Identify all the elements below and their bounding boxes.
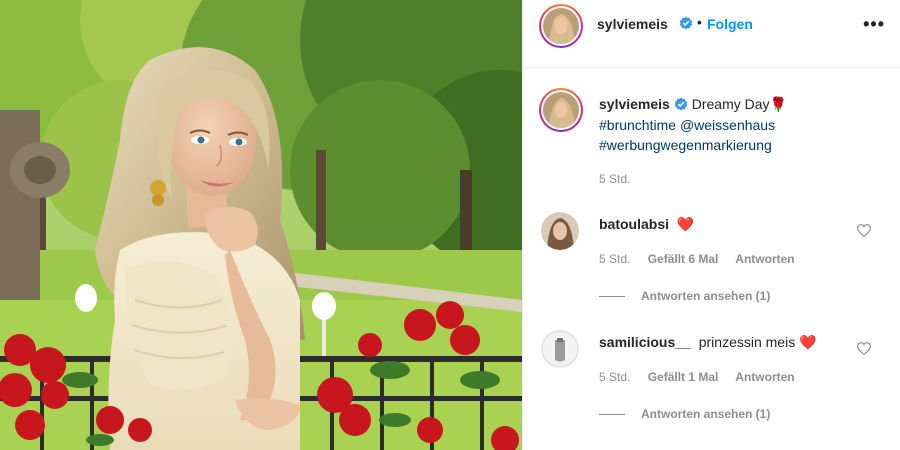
comment-text: samilicious__ prinzessin meis ❤️ [599,334,817,351]
follow-button[interactable]: Folgen [707,16,753,32]
caption-username[interactable]: sylviemeis [599,96,670,112]
verified-badge-icon [679,16,693,30]
heart-outline-icon[interactable] [857,342,871,355]
comment-timestamp[interactable]: 5 Std. [599,252,630,266]
comment-meta: 5 Std. Gefällt 1 Mal Antworten [599,370,809,384]
heart-outline-icon[interactable] [857,224,871,237]
comment-likes[interactable]: Gefällt 6 Mal [648,252,719,266]
comment-text: batoulabsi ❤️ [599,216,694,233]
avatar-photo-icon [543,92,579,128]
comment-message: prinzessin meis ❤️ [698,334,817,350]
post-header: sylviemeis • Folgen ••• [523,0,900,68]
comment-meta: 5 Std. Gefällt 6 Mal Antworten [599,252,809,266]
view-replies-button[interactable]: Antworten ansehen (1) [599,289,770,303]
view-replies-label: Antworten ansehen (1) [641,407,771,421]
caption-author-avatar[interactable] [539,88,583,132]
avatar-photo-icon [541,330,579,368]
separator-dot: • [697,14,702,30]
view-replies-label: Antworten ansehen (1) [641,289,771,303]
comment-likes[interactable]: Gefällt 1 Mal [648,370,719,384]
replies-divider [599,296,625,298]
commenter-avatar[interactable] [541,330,579,368]
post-photo[interactable] [0,0,522,450]
author-username[interactable]: sylviemeis [597,16,668,32]
commenter-username[interactable]: samilicious__ [599,334,691,350]
more-options-icon[interactable]: ••• [863,14,885,35]
reply-button[interactable]: Antworten [735,252,794,266]
verified-badge-icon [674,97,688,111]
caption-timestamp[interactable]: 5 Std. [599,172,630,186]
post-side-panel: sylviemeis • Folgen ••• sylviemeis Dream… [522,0,900,450]
comment-timestamp[interactable]: 5 Std. [599,370,630,384]
caption-text-block: sylviemeis Dreamy Day🌹 #brunchtime @weis… [599,94,889,156]
commenter-avatar[interactable] [541,212,579,250]
avatar-photo-icon [543,8,579,44]
avatar-photo-icon [541,212,579,250]
comment-message: ❤️ [676,216,695,232]
mention-link[interactable]: @weissenhaus [680,117,775,133]
view-replies-button[interactable]: Antworten ansehen (1) [599,407,770,421]
caption-message: Dreamy Day🌹 [691,96,787,112]
reply-button[interactable]: Antworten [735,370,794,384]
commenter-username[interactable]: batoulabsi [599,216,669,232]
hashtag-link[interactable]: #brunchtime [599,117,676,133]
post-image [0,0,522,450]
hashtag-link[interactable]: #werbungwegenmarkierung [599,137,772,153]
replies-divider [599,414,625,416]
author-avatar[interactable] [539,4,583,48]
